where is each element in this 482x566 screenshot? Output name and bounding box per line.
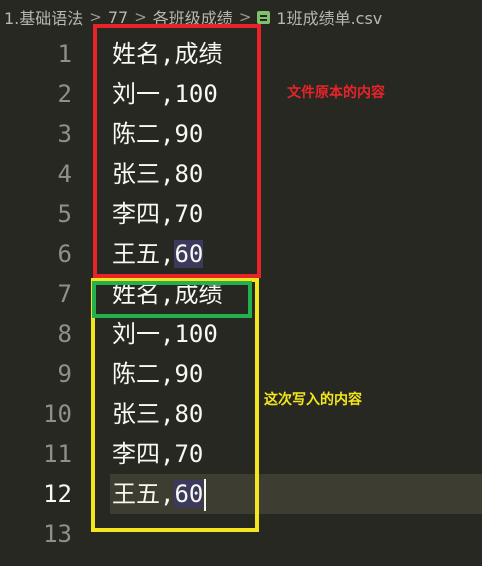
line-number: 12 — [43, 480, 72, 508]
line-number: 6 — [57, 240, 72, 268]
line-number: 10 — [43, 400, 72, 428]
original-content-outline — [93, 24, 261, 278]
breadcrumb-item-folder[interactable]: 1.基础语法 — [4, 5, 83, 29]
line-number: 5 — [57, 200, 72, 228]
line-number: 2 — [57, 80, 72, 108]
line-number: 13 — [43, 520, 72, 548]
written-content-annotation: 这次写入的内容 — [264, 392, 362, 408]
line-number: 8 — [57, 320, 72, 348]
original-content-annotation: 文件原本的内容 — [287, 85, 385, 101]
csv-file-icon — [257, 10, 271, 24]
breadcrumb-item-file[interactable]: 1班成绩单.csv — [276, 5, 382, 29]
line-number: 3 — [57, 120, 72, 148]
line-number: 4 — [57, 160, 72, 188]
line-number: 9 — [57, 360, 72, 388]
header-row-outline — [92, 281, 252, 318]
line-number: 1 — [57, 40, 72, 68]
line-number: 11 — [43, 440, 72, 468]
line-number: 7 — [57, 280, 72, 308]
